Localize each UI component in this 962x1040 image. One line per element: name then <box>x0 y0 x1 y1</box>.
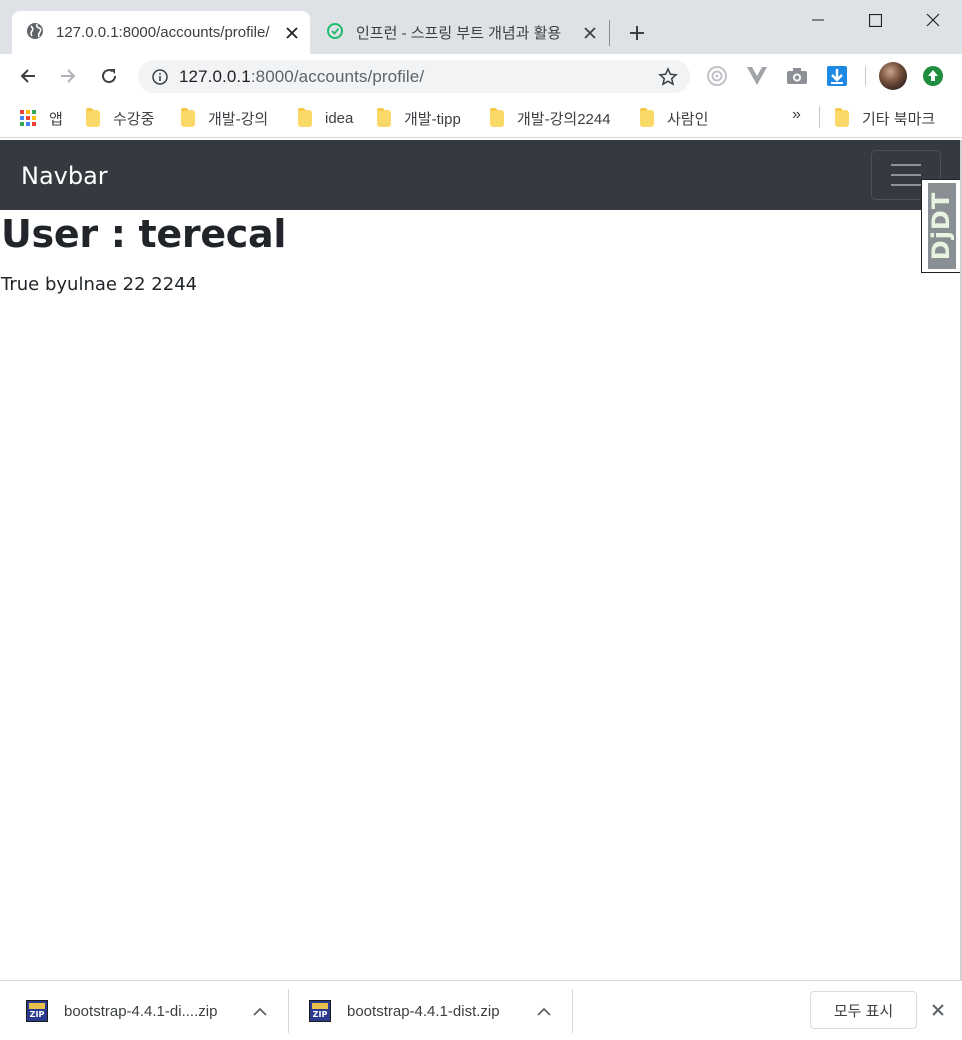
back-arrow-icon <box>20 69 35 83</box>
bookmarks-bar: 앱 수강중 개발-강의 idea 개발-tipp 개발-강의2244 사람인 » <box>0 98 962 138</box>
profile-avatar[interactable] <box>879 62 907 90</box>
show-all-downloads-button[interactable]: 모두 표시 <box>810 991 917 1029</box>
camera-icon[interactable] <box>785 64 809 88</box>
url-text[interactable]: 127.0.0.1:8000/accounts/profile/ <box>179 67 656 87</box>
extension-eye-icon[interactable] <box>705 64 729 88</box>
bookmark-label: 수강중 <box>113 110 155 128</box>
tab-strip: 127.0.0.1:8000/accounts/profile/ 인프런 - 스… <box>0 0 962 54</box>
bookmarks-separator <box>819 106 820 128</box>
inflearn-icon <box>326 22 344 44</box>
info-icon[interactable] <box>150 67 170 87</box>
bookmark-label: 앱 <box>49 110 63 128</box>
reload-icon <box>102 69 117 84</box>
close-icon <box>926 13 940 27</box>
plus-icon <box>630 26 644 40</box>
djdt-label: DjDT <box>927 191 956 261</box>
folder-icon <box>640 107 654 127</box>
back-button[interactable] <box>12 60 44 92</box>
bookmarks-overflow-button[interactable]: » <box>792 106 801 124</box>
close-icon[interactable] <box>280 21 304 45</box>
zip-icon: ZIP <box>26 1000 48 1022</box>
globe-icon <box>26 22 44 44</box>
hamburger-icon <box>891 164 921 186</box>
bookmark-label: idea <box>325 109 354 127</box>
bookmark-label: 개발-강의2244 <box>517 110 611 128</box>
bookmark-label: 사람인 <box>667 110 709 128</box>
download-filename: bootstrap-4.4.1-dist.zip <box>347 1002 500 1020</box>
chevron-up-icon[interactable] <box>250 1001 270 1021</box>
page-navbar: Navbar <box>0 140 962 210</box>
forward-button[interactable] <box>52 60 84 92</box>
bookmark-other[interactable]: 기타 북마크 <box>835 106 935 130</box>
update-icon[interactable] <box>921 64 945 88</box>
reload-button[interactable] <box>93 60 125 92</box>
tab-inflearn[interactable]: 인프런 - 스프링 부트 개념과 활용 <box>318 11 608 54</box>
folder-icon <box>298 107 312 127</box>
tab-separator <box>609 20 610 46</box>
close-window-button[interactable] <box>904 0 962 40</box>
tab-title: 127.0.0.1:8000/accounts/profile/ <box>56 24 270 41</box>
download-separator <box>288 989 289 1033</box>
maximize-button[interactable] <box>846 0 904 40</box>
bookmark-label: 기타 북마크 <box>862 110 936 128</box>
star-icon[interactable] <box>656 65 680 89</box>
zip-icon: ZIP <box>309 1000 331 1022</box>
bookmark-apps[interactable]: 앱 <box>20 106 63 130</box>
url-path: :8000/accounts/profile/ <box>250 66 425 86</box>
download-item-2[interactable]: ZIP bootstrap-4.4.1-dist.zip <box>309 989 500 1033</box>
close-icon[interactable] <box>578 21 602 45</box>
download-item-1[interactable]: ZIP bootstrap-4.4.1-di....zip <box>26 989 217 1033</box>
minimize-icon <box>812 19 824 21</box>
download-extension-icon[interactable] <box>825 64 849 88</box>
folder-icon <box>181 107 195 127</box>
url-host: 127.0.0.1 <box>179 66 251 86</box>
bookmark-folder-2[interactable]: 개발-강의 <box>181 106 268 130</box>
djdt-toolbar-handle[interactable]: DjDT <box>921 179 961 273</box>
browser-window: 127.0.0.1:8000/accounts/profile/ 인프런 - 스… <box>0 0 962 1040</box>
folder-icon <box>86 107 100 127</box>
apps-icon <box>20 110 36 126</box>
bookmark-folder-1[interactable]: 수강중 <box>86 106 154 130</box>
bookmark-label: 개발-강의 <box>208 110 269 128</box>
download-shelf: ZIP bootstrap-4.4.1-di....zip ZIP bootst… <box>0 980 962 1040</box>
address-bar[interactable]: 127.0.0.1:8000/accounts/profile/ <box>138 60 690 93</box>
forward-arrow-icon <box>61 69 76 83</box>
bookmark-folder-5[interactable]: 개발-강의2244 <box>490 106 611 130</box>
browser-toolbar: 127.0.0.1:8000/accounts/profile/ <box>0 54 962 98</box>
folder-icon <box>377 107 391 127</box>
profile-info: True byulnae 22 2244 <box>1 274 198 295</box>
bookmark-folder-3[interactable]: idea <box>298 106 353 130</box>
page-title: User : terecal <box>1 212 287 256</box>
navbar-brand[interactable]: Navbar <box>21 162 108 190</box>
folder-icon <box>835 107 849 127</box>
folder-icon <box>490 107 504 127</box>
download-filename: bootstrap-4.4.1-di....zip <box>64 1002 218 1020</box>
bookmark-folder-6[interactable]: 사람인 <box>640 106 708 130</box>
bookmark-folder-4[interactable]: 개발-tipp <box>377 106 461 130</box>
close-icon[interactable] <box>926 998 950 1022</box>
toolbar-separator <box>865 66 866 86</box>
maximize-icon <box>868 13 882 27</box>
new-tab-button[interactable] <box>622 19 652 47</box>
tab-title: 인프런 - 스프링 부트 개념과 활용 <box>356 25 562 42</box>
download-separator <box>572 989 573 1033</box>
chevron-up-icon[interactable] <box>534 1001 554 1021</box>
tab-profile[interactable]: 127.0.0.1:8000/accounts/profile/ <box>12 11 310 54</box>
bookmark-label: 개발-tipp <box>404 110 461 128</box>
minimize-button[interactable] <box>789 0 847 40</box>
extension-vue-icon[interactable] <box>745 64 769 88</box>
